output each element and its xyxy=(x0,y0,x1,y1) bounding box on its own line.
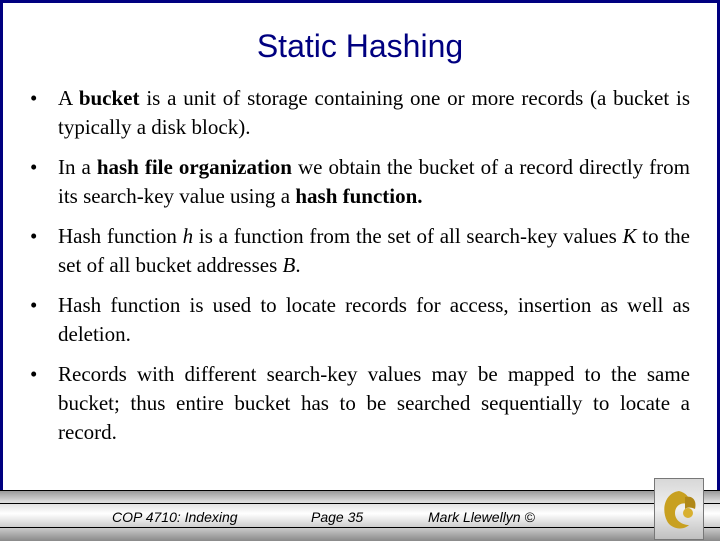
bullet-dot-icon: • xyxy=(30,293,38,317)
bullet-dot-icon: • xyxy=(30,224,38,248)
footer-divider xyxy=(0,527,720,528)
footer-author: Mark Llewellyn © xyxy=(428,509,535,525)
bullet-dot-icon: • xyxy=(30,362,38,386)
bullet-item: • Hash function h is a function from the … xyxy=(28,222,690,280)
pegasus-logo-icon xyxy=(664,491,696,529)
logo-container xyxy=(654,478,704,540)
bullet-item: • A bucket is a unit of storage containin… xyxy=(28,84,690,142)
footer-bar: COP 4710: Indexing Page 35 Mark Llewelly… xyxy=(0,490,720,541)
bullet-text: In a hash file organization we obtain th… xyxy=(58,155,690,208)
bullet-dot-icon: • xyxy=(30,86,38,110)
bullet-item: • In a hash file organization we obtain t… xyxy=(28,153,690,211)
bullet-text: Records with different search-key values… xyxy=(58,362,690,444)
bullet-item: • Records with different search-key value… xyxy=(28,360,690,447)
slide-title: Static Hashing xyxy=(256,28,464,64)
bullet-text: Hash function is used to locate records … xyxy=(58,293,690,346)
bullet-dot-icon: • xyxy=(30,155,38,179)
footer-course: COP 4710: Indexing xyxy=(112,509,238,525)
bullet-text: A bucket is a unit of storage containing… xyxy=(58,86,690,139)
bullet-list: • A bucket is a unit of storage containin… xyxy=(28,84,690,458)
bullet-item: • Hash function is used to locate records… xyxy=(28,291,690,349)
footer-page-number: Page 35 xyxy=(311,509,364,525)
footer-divider xyxy=(0,503,720,504)
bullet-text: Hash function h is a function from the s… xyxy=(58,224,690,277)
